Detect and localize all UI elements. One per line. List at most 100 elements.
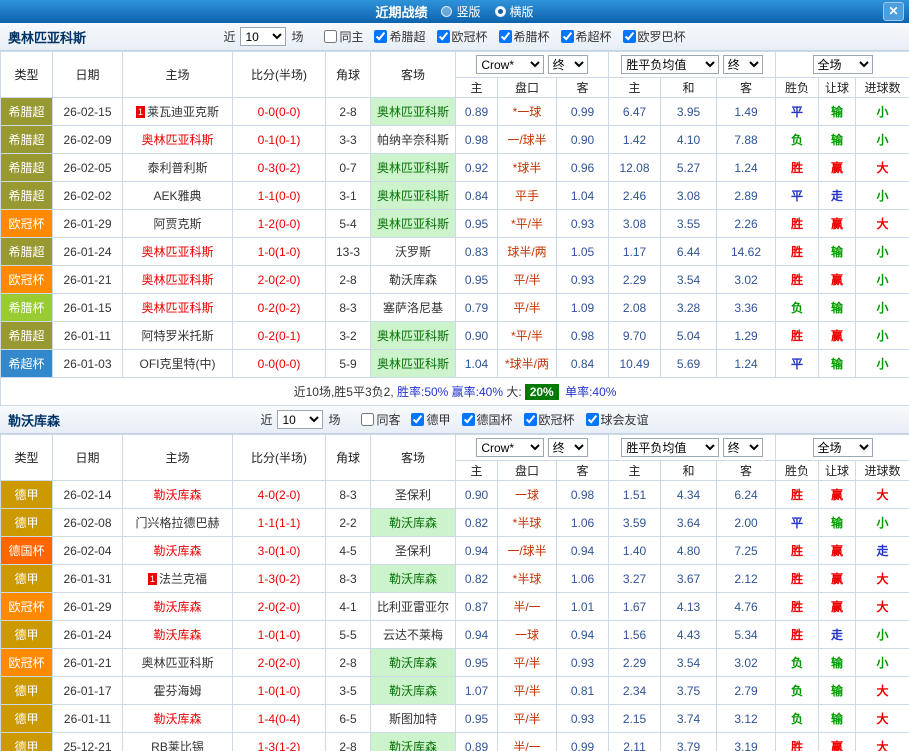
filter-checkbox-希腊杯[interactable]: 希腊杯 xyxy=(498,28,550,45)
away-team-cell: 勒沃库森 xyxy=(370,508,456,537)
filter-checkbox-同客[interactable]: 同客 xyxy=(361,411,400,428)
company-select[interactable]: Crow* xyxy=(476,55,545,74)
company-select[interactable]: Crow* xyxy=(476,438,545,457)
checkbox-input[interactable] xyxy=(461,413,475,426)
home-team-cell: 勒沃库森 xyxy=(122,704,233,733)
radio-unselected-icon xyxy=(441,6,453,17)
home-team-label: 勒沃库森 xyxy=(153,712,202,726)
corners-cell: 0-7 xyxy=(325,153,371,182)
asia-away-odds-cell: 0.81 xyxy=(555,676,610,705)
home-team-cell: 阿贾克斯 xyxy=(122,209,233,238)
col-header-type: 类型 xyxy=(0,434,53,481)
asia-home-odds-cell: 0.83 xyxy=(455,237,498,266)
home-team-label: 阿特罗米托斯 xyxy=(141,329,214,343)
radio-vertical-label: 竖版 xyxy=(456,5,481,19)
asia-home-odds-cell: 0.95 xyxy=(455,704,498,733)
home-team-label: 勒沃库森 xyxy=(153,600,202,614)
europe-away-odds-cell: 6.24 xyxy=(716,480,777,509)
handicap-result-cell: 输 xyxy=(818,349,857,378)
checkbox-input[interactable] xyxy=(622,30,636,43)
col-header-away: 客场 xyxy=(370,51,456,98)
date-cell: 26-01-21 xyxy=(52,648,123,677)
europe-avg-select[interactable]: 胜平负均值 xyxy=(621,55,720,74)
team-name: 奥林匹亚科斯 xyxy=(8,30,87,45)
col-header-corner: 角球 xyxy=(325,434,371,481)
handicap-cell: *球半/两 xyxy=(497,349,557,378)
asia-home-odds-cell: 0.92 xyxy=(455,153,498,182)
goals-cell: 大 xyxy=(855,592,909,621)
filter-checkbox-德甲[interactable]: 德甲 xyxy=(411,411,451,428)
recent-count-select[interactable]: 10 xyxy=(277,410,324,429)
europe-state-select[interactable]: 终 xyxy=(722,438,763,457)
rank-badge: 1 xyxy=(135,106,145,118)
table-row: 德甲 25-12-21 RB莱比锡 1-3(1-2) 2-8 勒沃库森 0.89 半/一 0.9… xyxy=(0,732,909,751)
goals-cell: 小 xyxy=(855,620,909,649)
europe-draw-odds-cell: 3.08 xyxy=(660,181,718,210)
score-cell: 0-3(0-2) xyxy=(232,153,326,182)
col-header-score: 比分(半场) xyxy=(232,434,326,481)
table-row: 希腊超 26-02-02 AEK雅典 1-1(0-0) 3-1 奥林匹亚科斯 0.84 平手 1… xyxy=(0,181,909,210)
filter-checkbox-同主[interactable]: 同主 xyxy=(324,28,363,45)
goals-cell: 走 xyxy=(855,536,909,565)
league-badge: 希超杯 xyxy=(0,349,53,378)
checkbox-input[interactable] xyxy=(523,413,537,426)
checkbox-input[interactable] xyxy=(374,30,388,43)
layout-radio-horizontal[interactable]: 横版 xyxy=(494,3,534,20)
company-state-select[interactable]: 终 xyxy=(547,438,588,457)
score-cell: 1-4(0-4) xyxy=(232,704,326,733)
summary-part: 20% xyxy=(524,384,559,400)
checkbox-input[interactable] xyxy=(498,30,512,43)
home-team-cell: 勒沃库森 xyxy=(122,480,233,509)
score-cell: 1-0(1-0) xyxy=(232,237,326,266)
filter-checkbox-欧冠杯[interactable]: 欧冠杯 xyxy=(523,411,575,428)
filter-checkbox-希超杯[interactable]: 希超杯 xyxy=(560,28,612,45)
filter-checkbox-希腊超[interactable]: 希腊超 xyxy=(374,28,426,45)
filter-checkbox-欧冠杯[interactable]: 欧冠杯 xyxy=(436,28,488,45)
europe-state-select[interactable]: 终 xyxy=(722,55,763,74)
away-team-cell: 奥林匹亚科斯 xyxy=(370,153,456,182)
home-team-label: 奥林匹亚科斯 xyxy=(141,301,214,315)
corners-cell: 3-2 xyxy=(325,321,371,350)
corners-cell: 13-3 xyxy=(325,237,371,266)
goals-cell: 小 xyxy=(855,181,909,210)
page-title: 近期战绩 xyxy=(375,5,428,20)
away-team-cell: 勒沃库森 xyxy=(370,732,456,751)
table-row: 希腊超 26-01-11 阿特罗米托斯 0-2(0-1) 3-2 奥林匹亚科斯 0.90 *平… xyxy=(0,321,909,350)
date-cell: 26-01-29 xyxy=(52,209,123,238)
league-badge: 希腊超 xyxy=(0,321,53,350)
date-cell: 26-01-31 xyxy=(52,564,123,593)
corners-cell: 5-5 xyxy=(325,620,371,649)
handicap-cell: *半球 xyxy=(497,508,557,537)
checkbox-input[interactable] xyxy=(361,413,375,426)
checkbox-input[interactable] xyxy=(411,413,425,426)
table-row: 希腊杯 26-01-15 奥林匹亚科斯 0-2(0-2) 8-3 塞萨洛尼基 0.79 平/半… xyxy=(0,293,909,322)
checkbox-input[interactable] xyxy=(324,30,338,43)
europe-home-odds-cell: 3.27 xyxy=(608,564,662,593)
away-team-cell: 帕纳辛奈科斯 xyxy=(370,125,456,154)
filter-checkbox-德国杯[interactable]: 德国杯 xyxy=(461,411,513,428)
score-cell: 1-3(1-2) xyxy=(232,732,326,751)
scope-select[interactable]: 全场 xyxy=(812,55,873,74)
scope-select[interactable]: 全场 xyxy=(812,438,873,457)
europe-draw-odds-cell: 3.75 xyxy=(660,676,718,705)
close-button[interactable]: ✕ xyxy=(883,2,904,21)
recent-count-select[interactable]: 10 xyxy=(240,27,287,46)
europe-away-odds-cell: 3.19 xyxy=(716,732,777,751)
europe-away-odds-cell: 5.34 xyxy=(716,620,777,649)
checkbox-label: 德甲 xyxy=(426,413,451,427)
handicap-result-cell: 赢 xyxy=(818,209,857,238)
home-team-cell: 门兴格拉德巴赫 xyxy=(122,508,233,537)
radio-horizontal-label: 横版 xyxy=(509,5,534,19)
checkbox-input[interactable] xyxy=(560,30,574,43)
europe-avg-select[interactable]: 胜平负均值 xyxy=(621,438,720,457)
handicap-result-cell: 输 xyxy=(818,508,857,537)
filter-checkbox-欧罗巴杯[interactable]: 欧罗巴杯 xyxy=(622,28,686,45)
checkbox-input[interactable] xyxy=(585,413,599,426)
filter-checkbox-球会友谊[interactable]: 球会友谊 xyxy=(585,411,649,428)
layout-radio-vertical[interactable]: 竖版 xyxy=(441,3,481,20)
company-state-select[interactable]: 终 xyxy=(547,55,588,74)
home-team-label: 阿贾克斯 xyxy=(153,217,202,231)
league-badge: 希腊超 xyxy=(0,153,53,182)
checkbox-input[interactable] xyxy=(436,30,450,43)
date-cell: 25-12-21 xyxy=(52,732,123,751)
